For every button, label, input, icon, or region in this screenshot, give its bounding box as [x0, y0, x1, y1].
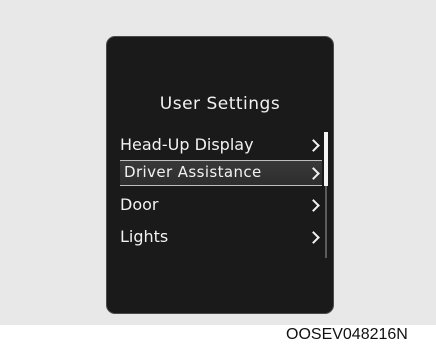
chevron-right-icon — [307, 199, 320, 212]
menu-item-label: Door — [120, 195, 159, 214]
chevron-right-icon — [307, 167, 320, 180]
menu-item-door[interactable]: Door — [120, 193, 322, 219]
scrollbar-thumb[interactable] — [324, 132, 328, 186]
menu-item-head-up-display[interactable]: Head-Up Display — [120, 133, 322, 159]
menu-item-driver-assistance[interactable]: Driver Assistance — [120, 160, 322, 186]
menu-item-lights[interactable]: Lights — [120, 225, 322, 251]
menu-item-label: Lights — [120, 227, 169, 246]
user-settings-title: User Settings — [159, 94, 281, 114]
chevron-right-icon — [307, 139, 320, 152]
menu-item-label: Head-Up Display — [120, 135, 254, 154]
cluster-display: User Settings Head-Up Display Driver Ass… — [106, 36, 334, 314]
menu-item-label: Driver Assistance — [124, 163, 262, 181]
chevron-right-icon — [307, 231, 320, 244]
figure-code: OOSEV048216N — [286, 326, 408, 343]
